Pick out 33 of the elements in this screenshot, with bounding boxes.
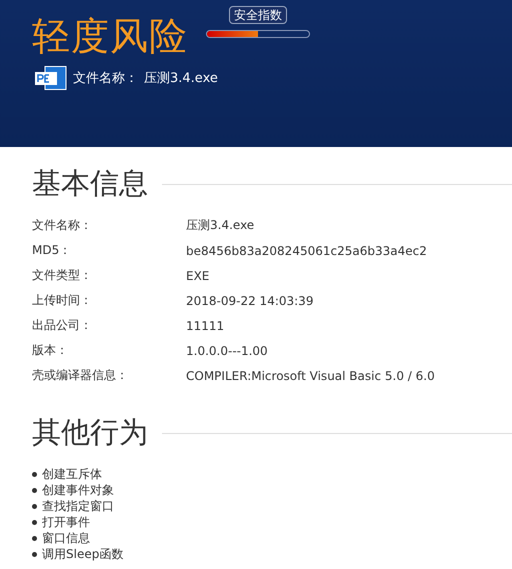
bullet-icon bbox=[32, 472, 37, 476]
bullet-icon bbox=[32, 504, 37, 508]
info-value: 压测3.4.exe bbox=[186, 217, 254, 234]
info-value: 2018-09-22 14:03:39 bbox=[186, 294, 314, 308]
file-name-value: 压测3.4.exe bbox=[144, 70, 218, 87]
bullet-icon bbox=[32, 520, 37, 524]
info-label: 文件类型： bbox=[32, 267, 93, 284]
bullet-icon bbox=[32, 552, 37, 556]
behavior-item: 创建事件对象 bbox=[42, 482, 114, 498]
bullet-icon bbox=[32, 488, 37, 492]
info-label: 版本： bbox=[32, 342, 69, 359]
info-value: 1.0.0.0---1.00 bbox=[186, 344, 268, 358]
section-heading: 基本信息 bbox=[32, 165, 148, 202]
bullet-icon bbox=[32, 536, 37, 540]
file-name-label: 文件名称： bbox=[73, 70, 138, 87]
behavior-item: 窗口信息 bbox=[42, 530, 90, 546]
risk-level-title: 轻度风险 bbox=[32, 14, 188, 58]
info-label: 出品公司： bbox=[32, 317, 93, 334]
behavior-item: 打开事件 bbox=[42, 514, 90, 530]
info-value: be8456b83a208245061c25a6b33a4ec2 bbox=[186, 244, 427, 258]
info-value: EXE bbox=[186, 268, 210, 282]
info-label: 上传时间： bbox=[32, 292, 93, 309]
info-label: 文件名称： bbox=[32, 217, 93, 234]
behavior-item: 创建互斥体 bbox=[42, 466, 102, 482]
info-label: MD5： bbox=[32, 242, 72, 259]
behavior-item: 调用Sleep函数 bbox=[42, 546, 124, 562]
info-value: 11111 bbox=[186, 318, 224, 332]
info-label: 壳或编译器信息： bbox=[32, 367, 129, 384]
pe-file-icon bbox=[35, 66, 67, 90]
section-heading: 其他行为 bbox=[32, 414, 148, 451]
behavior-item: 查找指定窗口 bbox=[42, 498, 114, 514]
info-value: COMPILER:Microsoft Visual Basic 5.0 / 6.0 bbox=[186, 368, 435, 382]
safety-index-badge: 安全指数 bbox=[229, 6, 287, 24]
